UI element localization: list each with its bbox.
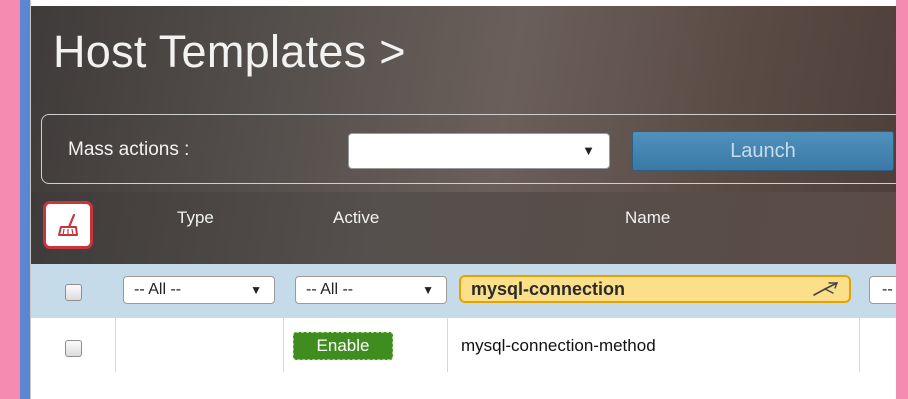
mass-actions-bar: Mass actions : ▼ Launch [41,114,896,184]
dropdown-arrow-icon: ▼ [422,283,434,297]
active-filter-value: -- All -- [306,281,354,298]
status-badge[interactable]: Enable [293,332,393,360]
main-panel: Host Templates > Mass actions : ▼ Launch… [30,0,896,399]
row-checkbox[interactable] [65,340,82,357]
dropdown-arrow-icon: ▼ [250,283,262,297]
clear-input-icon[interactable] [811,279,841,299]
table-header: Type Active Name [31,192,896,264]
column-header-name[interactable]: Name [625,208,670,228]
active-filter-select[interactable]: -- All -- ▼ [295,276,447,304]
table-row[interactable]: Enable mysql-connection-method [31,318,896,372]
reset-filters-button[interactable] [43,201,93,249]
mass-actions-select[interactable]: ▼ [348,133,610,169]
column-header-type[interactable]: Type [177,208,214,228]
page-title: Host Templates > [53,26,406,77]
page-header: Host Templates > Mass actions : ▼ Launch [31,6,896,192]
cell-divider [115,318,116,372]
cell-divider [859,318,860,372]
broom-icon [58,213,78,236]
filter-row: -- All -- ▼ -- All -- ▼ mysql-connection… [31,264,896,318]
window-frame-edge [896,0,908,399]
mass-actions-label: Mass actions : [68,139,190,160]
name-filter-value: mysql-connection [471,279,626,299]
cell-divider [283,318,284,372]
column-header-active[interactable]: Active [333,208,379,228]
type-filter-value: -- All -- [134,281,182,298]
type-filter-select[interactable]: -- All -- ▼ [123,276,275,304]
select-all-checkbox[interactable] [65,284,82,301]
next-column-filter-select[interactable]: -- [869,276,896,304]
row-name-link[interactable]: mysql-connection-method [461,336,656,356]
launch-button[interactable]: Launch [632,131,894,171]
dropdown-arrow-icon: ▼ [582,143,595,158]
cell-divider [447,318,448,372]
name-filter-input[interactable]: mysql-connection [459,275,851,303]
